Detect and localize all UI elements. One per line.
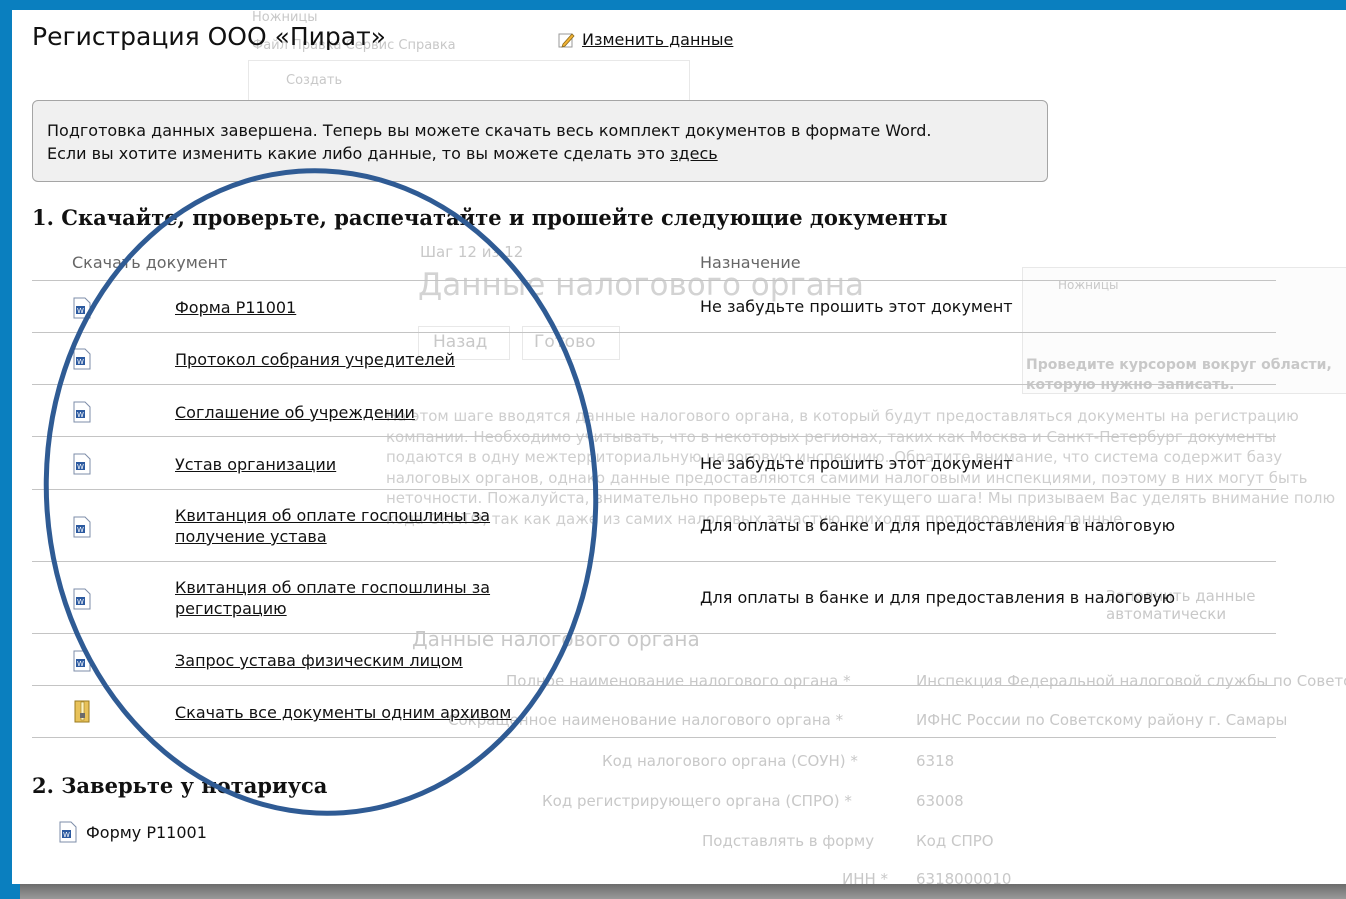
svg-text:W: W	[77, 411, 84, 419]
edit-data-link-label[interactable]: Изменить данные	[582, 30, 733, 49]
document-link[interactable]: Соглашение об учреждении	[175, 402, 555, 423]
row-divider	[32, 561, 1276, 562]
ghost-label-1: Полное наименование налогового органа *	[506, 672, 851, 690]
svg-text:W: W	[77, 526, 84, 534]
ghost-value-2: ИФНС России по Советскому району г. Сама…	[916, 711, 1288, 729]
svg-text:W: W	[77, 463, 84, 471]
left-border-strip	[0, 0, 12, 484]
section-1-title: 1. Скачайте, проверьте, распечатайте и п…	[32, 205, 948, 230]
row-divider	[32, 332, 1276, 333]
word-doc-icon[interactable]: W	[72, 453, 92, 475]
notice-line-1: Подготовка данных завершена. Теперь вы м…	[47, 121, 932, 140]
word-doc-icon[interactable]: W	[72, 650, 92, 672]
column-header-purpose: Назначение	[700, 253, 801, 272]
ghost-create: Создать	[286, 73, 343, 88]
document-link[interactable]: Запрос устава физическим лицом	[175, 650, 555, 671]
download-all-archive-link[interactable]: Скачать все документы одним архивом	[175, 702, 555, 723]
word-doc-icon[interactable]: W	[72, 401, 92, 423]
word-doc-icon: W	[59, 821, 77, 843]
ghost-toolbar	[248, 60, 690, 102]
ghost-label-4: Код регистрирующего органа (СПРО) *	[542, 792, 852, 810]
edit-data-link[interactable]: Изменить данные	[558, 30, 733, 49]
word-doc-icon[interactable]: W	[72, 348, 92, 370]
row-divider	[32, 384, 1276, 385]
svg-text:W: W	[77, 307, 84, 315]
ghost-value-5: Код СПРО	[916, 832, 994, 850]
row-divider	[32, 633, 1276, 634]
column-header-document: Скачать документ	[72, 253, 228, 272]
word-doc-icon[interactable]: W	[72, 588, 92, 610]
archive-icon[interactable]	[72, 700, 92, 723]
section-2-title: 2. Заверьте у нотариуса	[32, 773, 328, 798]
notice-here-link[interactable]: здесь	[670, 144, 718, 163]
ghost-snip-hint: Проведите курсором вокруг области, котор…	[1026, 357, 1332, 393]
notice-line-2: Если вы хотите изменить какие либо данны…	[47, 142, 1033, 165]
completion-notice: Подготовка данных завершена. Теперь вы м…	[32, 100, 1048, 182]
ghost-subheading: Данные налогового органа	[412, 627, 700, 651]
ghost-label-6: ИНН *	[842, 870, 889, 884]
svg-text:W: W	[77, 598, 84, 606]
row-divider	[32, 436, 1276, 437]
ghost-label-3: Код налогового органа (СОУН) *	[602, 752, 858, 770]
word-doc-icon[interactable]: W	[72, 297, 92, 319]
row-divider	[32, 489, 1276, 490]
ghost-value-4: 63008	[916, 792, 964, 810]
pencil-icon	[558, 32, 575, 48]
ghost-value-6: 6318000010	[916, 870, 1012, 884]
svg-text:W: W	[77, 660, 84, 668]
svg-text:W: W	[77, 358, 84, 366]
row-divider	[32, 685, 1276, 686]
ghost-value-1: Инспекция Федеральной налоговой службы п…	[916, 672, 1346, 690]
ghost-label-5: Подставлять в форму	[702, 832, 875, 850]
document-link[interactable]: Форма Р11001	[175, 297, 555, 318]
document-purpose: Для оплаты в банке и для предоставления …	[700, 588, 1176, 607]
ghost-step: Шаг 12 из 12	[420, 243, 524, 261]
svg-text:W: W	[63, 831, 70, 839]
ghost-snip-window	[1022, 267, 1346, 394]
row-divider	[32, 280, 1276, 281]
document-link[interactable]: Квитанция об оплате госпошлины за регист…	[175, 577, 535, 619]
word-doc-icon[interactable]: W	[72, 516, 92, 538]
document-link[interactable]: Протокол собрания учредителей	[175, 349, 555, 370]
document-purpose: Не забудьте прошить этот документ	[700, 454, 1013, 473]
document-link[interactable]: Устав организации	[175, 454, 555, 475]
notary-document-item: W Форму Р11001	[58, 821, 207, 843]
document-link[interactable]: Квитанция об оплате госпошлины за получе…	[175, 505, 555, 547]
notice-line-2-text: Если вы хотите изменить какие либо данны…	[47, 144, 671, 163]
row-divider	[32, 737, 1276, 738]
bottom-shadow	[20, 884, 1346, 899]
page-title: Регистрация ООО «Пират»	[32, 22, 386, 51]
document-purpose: Для оплаты в банке и для предоставления …	[700, 516, 1176, 535]
document-page: Ножницы Файл Правка Сервис Справка Созда…	[12, 10, 1346, 884]
notary-document-label: Форму Р11001	[86, 822, 207, 842]
ghost-value-3: 6318	[916, 752, 955, 770]
document-purpose: Не забудьте прошить этот документ	[700, 297, 1013, 316]
